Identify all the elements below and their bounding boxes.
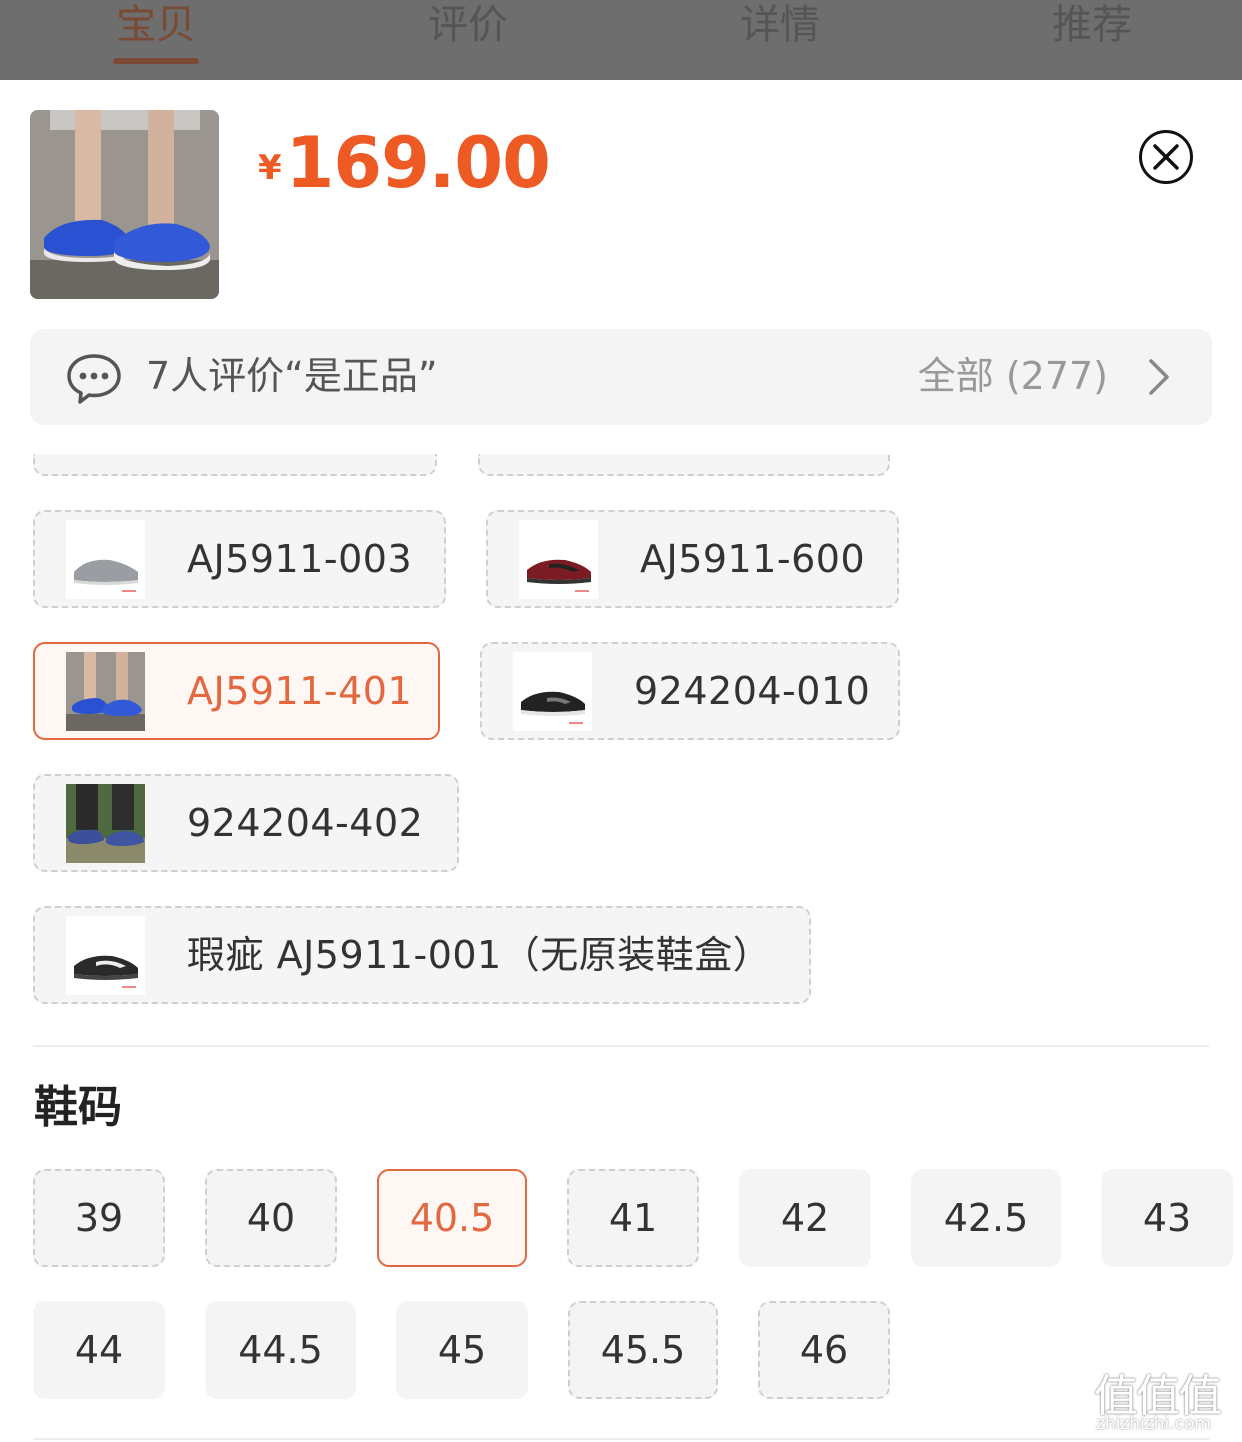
price: ¥169.00 (258, 122, 551, 204)
size-option[interactable]: 45 (396, 1301, 528, 1399)
review-summary-text: 7人评价“是正品” (146, 354, 438, 398)
option-chip[interactable]: 924204-402 (33, 774, 459, 872)
option-chip-partial[interactable] (478, 454, 890, 476)
size-option[interactable]: 41 (567, 1169, 699, 1267)
price-value: 169.00 (285, 122, 551, 204)
tab-details[interactable]: 详情 (710, 0, 850, 60)
option-chip[interactable]: AJ5911-600 (486, 510, 899, 608)
option-label: 924204-010 (634, 669, 871, 713)
size-option[interactable]: 45.5 (568, 1301, 718, 1399)
size-option[interactable]: 44 (33, 1301, 165, 1399)
option-label: AJ5911-600 (640, 537, 866, 581)
option-thumbnail (66, 520, 145, 599)
option-label: AJ5911-401 (187, 669, 413, 713)
tab-recommend[interactable]: 推荐 (1022, 0, 1162, 60)
section-divider (33, 1438, 1209, 1440)
size-option[interactable]: 40 (205, 1169, 337, 1267)
tab-reviews[interactable]: 评价 (398, 0, 538, 60)
chevron-right-icon (1149, 359, 1169, 395)
watermark-url: zhizhizhi.com (1096, 1414, 1211, 1434)
option-chip[interactable]: 瑕疵 AJ5911-001（无原装鞋盒） (33, 906, 811, 1004)
option-thumbnail (66, 784, 145, 863)
option-label: AJ5911-003 (187, 537, 413, 581)
option-thumbnail (66, 916, 145, 995)
chat-bubble-icon (67, 354, 121, 404)
size-option[interactable]: 46 (758, 1301, 890, 1399)
top-tab-bar: 宝贝 评价 详情 推荐 (0, 0, 1242, 80)
size-option[interactable]: 44.5 (205, 1301, 356, 1399)
option-chip-partial[interactable] (33, 454, 437, 476)
size-option[interactable]: 42 (739, 1169, 871, 1267)
size-option-selected[interactable]: 40.5 (377, 1169, 527, 1267)
watermark: 值值值 zhizhizhi.com (1094, 1360, 1234, 1438)
option-thumbnail (513, 652, 592, 731)
option-chip[interactable]: AJ5911-003 (33, 510, 446, 608)
option-chip[interactable]: 924204-010 (480, 642, 900, 740)
tab-baobei[interactable]: 宝贝 (86, 0, 226, 60)
option-label: 924204-402 (187, 801, 424, 845)
product-image[interactable] (30, 110, 219, 299)
close-button[interactable] (1139, 130, 1193, 184)
currency-symbol: ¥ (258, 148, 282, 188)
size-option[interactable]: 42.5 (911, 1169, 1061, 1267)
option-chip-selected[interactable]: AJ5911-401 (33, 642, 440, 740)
option-thumbnail (519, 520, 598, 599)
size-section-title: 鞋码 (34, 1082, 122, 1133)
all-reviews-link[interactable]: 全部 (277) (918, 351, 1108, 401)
size-option[interactable]: 39 (33, 1169, 165, 1267)
active-tab-indicator (113, 58, 199, 64)
section-divider (33, 1045, 1209, 1047)
size-option[interactable]: 43 (1101, 1169, 1233, 1267)
close-icon (1153, 144, 1179, 170)
option-thumbnail (66, 652, 145, 731)
option-label: 瑕疵 AJ5911-001（无原装鞋盒） (187, 933, 772, 977)
review-summary-bar[interactable]: 7人评价“是正品” 全部 (277) (30, 329, 1212, 425)
